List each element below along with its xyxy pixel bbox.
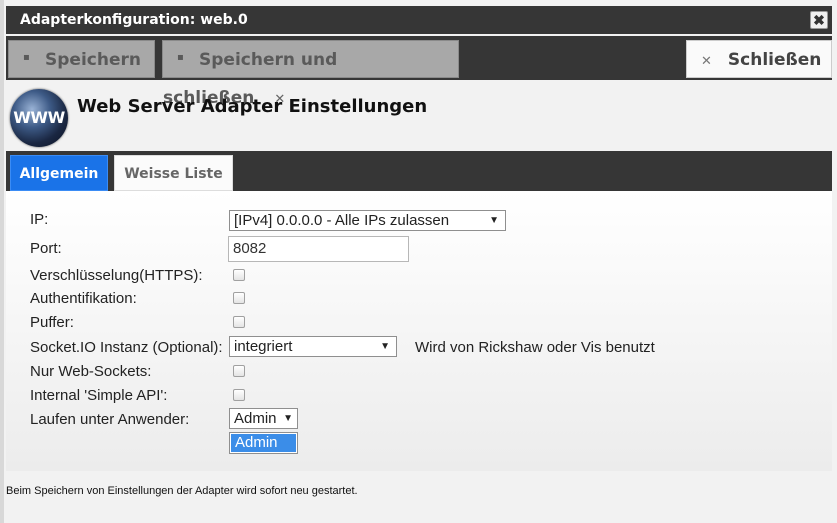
https-label: Verschlüsselung(HTTPS): (30, 267, 203, 284)
user-select-value: Admin (234, 410, 277, 427)
tab-whitelist[interactable]: Weisse Liste (114, 155, 233, 191)
cache-checkbox[interactable] (233, 316, 245, 328)
cache-label: Puffer: (30, 314, 74, 331)
user-label: Laufen unter Anwender: (30, 411, 190, 428)
simpleapi-checkbox[interactable] (233, 389, 245, 401)
save-button[interactable]: ▪ Speichern (8, 40, 155, 78)
close-button-label: Schließen (727, 50, 822, 70)
background-strip (0, 0, 4, 523)
user-option-admin[interactable]: Admin (231, 434, 296, 452)
close-icon[interactable]: ✖ (810, 11, 828, 29)
socketio-label: Socket.IO Instanz (Optional): (30, 339, 223, 356)
adapter-config-dialog: Adapterkonfiguration: web.0 ✖ ▪ Speichern… (0, 0, 837, 523)
auth-checkbox[interactable] (233, 292, 245, 304)
ip-label: IP: (30, 211, 49, 228)
socketio-select-value: integriert (234, 338, 293, 355)
close-icon: ✕ (701, 54, 712, 69)
ip-select[interactable]: [IPv4] 0.0.0.0 - Alle IPs zulassen ▼ (229, 210, 506, 231)
chevron-down-icon: ▼ (489, 215, 499, 226)
title-bar: Adapterkonfiguration: web.0 ✖ (6, 6, 832, 34)
floppy-disk-icon: ▪ (23, 52, 30, 63)
save-button-label: Speichern (45, 50, 141, 70)
chevron-down-icon: ▼ (380, 341, 390, 352)
save-and-close-button[interactable]: ▪ Speichern und schließen ✕ (162, 40, 459, 108)
socketio-hint: Wird von Rickshaw oder Vis benutzt (415, 339, 655, 356)
socketio-select[interactable]: integriert ▼ (229, 336, 397, 357)
user-dropdown-list: Admin (229, 432, 298, 454)
page-title: Web Server Adapter Einstellungen (77, 96, 428, 117)
websockets-label: Nur Web-Sockets: (30, 363, 152, 380)
window-title: Adapterkonfiguration: web.0 (20, 12, 248, 28)
chevron-down-icon: ▼ (283, 413, 293, 424)
port-input[interactable]: 8082 (228, 236, 409, 262)
tab-bar: Allgemein Weisse Liste (6, 151, 832, 191)
toolbar: ▪ Speichern ▪ Speichern und schließen ✕ ✕ Sc… (6, 36, 832, 108)
port-label: Port: (30, 240, 62, 257)
https-checkbox[interactable] (233, 269, 245, 281)
settings-panel: IP: [IPv4] 0.0.0.0 - Alle IPs zulassen ▼… (6, 191, 832, 471)
footer-note: Beim Speichern von Einstellungen der Ada… (6, 485, 358, 497)
ip-select-value: [IPv4] 0.0.0.0 - Alle IPs zulassen (234, 212, 450, 229)
floppy-disk-icon: ▪ (177, 52, 184, 63)
websockets-checkbox[interactable] (233, 365, 245, 377)
simpleapi-label: Internal 'Simple API': (30, 387, 168, 404)
tab-general[interactable]: Allgemein (10, 155, 108, 191)
auth-label: Authentifikation: (30, 290, 137, 307)
web-adapter-logo: WWW (10, 89, 68, 147)
close-button[interactable]: ✕ Schließen (686, 40, 832, 78)
user-select[interactable]: Admin ▼ (229, 408, 298, 429)
